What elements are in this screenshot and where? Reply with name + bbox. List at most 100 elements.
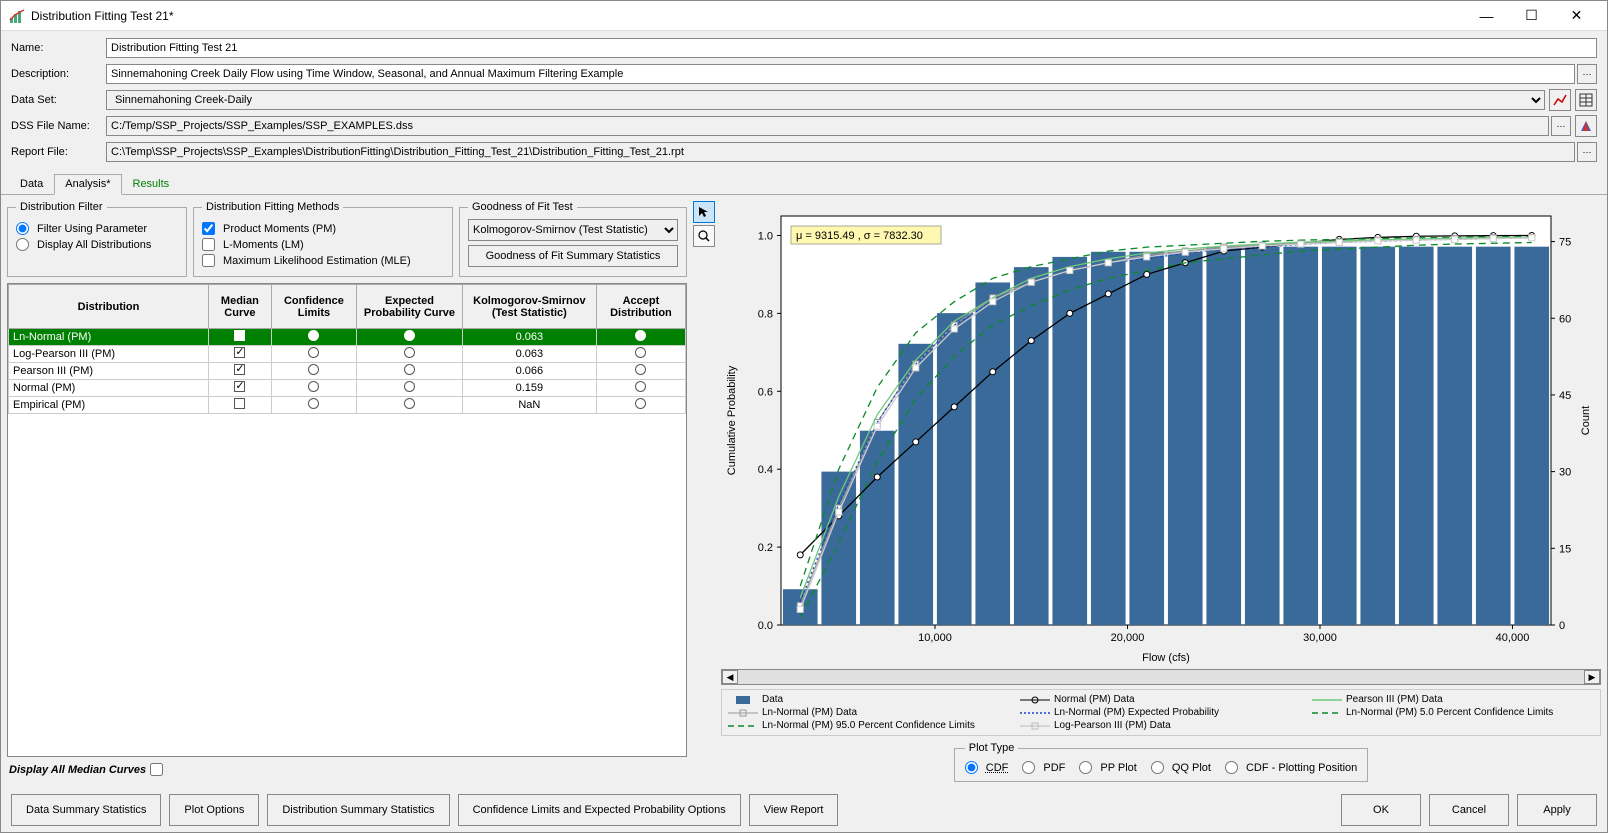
zoom-tool[interactable] [693, 225, 715, 247]
plot-type-pdf[interactable] [1022, 761, 1035, 774]
display-all-distributions-label: Display All Distributions [37, 239, 151, 251]
app-window: Distribution Fitting Test 21* — ☐ ✕ Name… [0, 0, 1608, 833]
svg-text:0.8: 0.8 [758, 308, 773, 320]
dssfile-browse-button[interactable]: ⋯ [1551, 116, 1571, 136]
goodness-fit-fieldset: Goodness of Fit Test Kolmogorov-Smirnov … [459, 201, 687, 277]
plot-type-fieldset: Plot Type CDF PDF PP Plot QQ Plot CDF - … [954, 742, 1369, 782]
filter-using-parameter-radio[interactable] [16, 222, 29, 235]
data-summary-button[interactable]: Data Summary Statistics [11, 794, 161, 826]
lm-checkbox[interactable] [202, 238, 215, 251]
name-label: Name: [11, 42, 106, 54]
dataset-select[interactable]: Sinnemahoning Creek-Daily [106, 90, 1545, 110]
fitting-methods-legend: Distribution Fitting Methods [202, 201, 343, 213]
goodness-fit-legend: Goodness of Fit Test [468, 201, 577, 213]
lm-label: L-Moments (LM) [223, 239, 304, 251]
plot-type-cdfpp[interactable] [1225, 761, 1238, 774]
description-more-button[interactable]: ⋯ [1577, 64, 1597, 84]
plot-type-qq[interactable] [1151, 761, 1164, 774]
svg-text:1.0: 1.0 [758, 230, 773, 242]
report-label: Report File: [11, 146, 106, 158]
ok-button[interactable]: OK [1341, 794, 1421, 826]
svg-text:0: 0 [1559, 620, 1565, 632]
svg-text:Flow (cfs): Flow (cfs) [1142, 652, 1190, 664]
pointer-tool[interactable] [693, 201, 715, 223]
minimize-button[interactable]: — [1464, 1, 1509, 30]
pm-label: Product Moments (PM) [223, 223, 336, 235]
chart-panel: 0.0 0.2 0.4 0.6 0.8 1.0 0 15 30 45 60 75 10,000 20,00… [693, 201, 1601, 782]
plot-type-pp[interactable] [1079, 761, 1092, 774]
scroll-left[interactable]: ◀ [722, 670, 738, 684]
svg-text:40,000: 40,000 [1496, 632, 1530, 644]
pm-checkbox[interactable] [202, 222, 215, 235]
svg-text:0.2: 0.2 [758, 542, 773, 554]
app-icon [9, 8, 25, 24]
svg-text:75: 75 [1559, 237, 1571, 249]
report-input [106, 142, 1575, 162]
dssfile-label: DSS File Name: [11, 120, 106, 132]
report-browse-button[interactable]: ⋯ [1577, 142, 1597, 162]
scroll-right[interactable]: ▶ [1584, 670, 1600, 684]
svg-text:μ = 9315.49 , σ = 7832.30: μ = 9315.49 , σ = 7832.30 [796, 230, 923, 242]
svg-text:15: 15 [1559, 543, 1571, 555]
description-label: Description: [11, 68, 106, 80]
view-report-button[interactable]: View Report [749, 794, 839, 826]
svg-text:45: 45 [1559, 390, 1571, 402]
svg-text:20,000: 20,000 [1111, 632, 1145, 644]
header-form: Name: Description: ⋯ Data Set: Sinnemaho… [1, 31, 1607, 173]
display-all-median-label: Display All Median Curves [9, 764, 146, 776]
dataset-plot-icon[interactable] [1549, 89, 1571, 111]
dssfile-input [106, 116, 1549, 136]
table-row[interactable]: Normal (PM) 0.159 [9, 380, 686, 397]
bottom-button-bar: Data Summary Statistics Plot Options Dis… [1, 788, 1607, 832]
svg-text:30: 30 [1559, 467, 1571, 479]
table-row[interactable]: Empirical (PM) NaN [9, 397, 686, 414]
mle-label: Maximum Likelihood Estimation (MLE) [223, 255, 411, 267]
main-tabs: Data Analysis* Results [1, 173, 1607, 195]
th-median: Median Curve [209, 285, 272, 329]
display-all-distributions-radio[interactable] [16, 238, 29, 251]
filter-using-parameter-label: Filter Using Parameter [37, 223, 147, 235]
distribution-filter-fieldset: Distribution Filter Filter Using Paramet… [7, 201, 187, 277]
plot-type-legend: Plot Type [965, 742, 1019, 754]
table-row[interactable]: Pearson III (PM) 0.066 [9, 363, 686, 380]
svg-text:0.0: 0.0 [758, 620, 773, 632]
svg-text:10,000: 10,000 [918, 632, 952, 644]
mle-checkbox[interactable] [202, 254, 215, 267]
tab-analysis[interactable]: Analysis* [54, 174, 121, 195]
goodness-summary-button[interactable]: Goodness of Fit Summary Statistics [468, 245, 678, 267]
close-button[interactable]: ✕ [1554, 1, 1599, 30]
plot-options-button[interactable]: Plot Options [169, 794, 259, 826]
th-confidence: Confidence Limits [271, 285, 356, 329]
tab-data[interactable]: Data [9, 174, 54, 195]
svg-text:30,000: 30,000 [1303, 632, 1337, 644]
svg-text:60: 60 [1559, 313, 1571, 325]
svg-text:Count: Count [1580, 406, 1592, 435]
analysis-left-panel: Distribution Filter Filter Using Paramet… [7, 201, 687, 782]
window-title: Distribution Fitting Test 21* [31, 9, 1464, 23]
dssfile-dist-icon[interactable] [1575, 115, 1597, 137]
plot-type-cdf[interactable] [965, 761, 978, 774]
th-expected: Expected Probability Curve [357, 285, 463, 329]
svg-text:Cumulative Probability: Cumulative Probability [726, 365, 738, 475]
th-accept: Accept Distribution [596, 285, 685, 329]
dataset-table-icon[interactable] [1575, 89, 1597, 111]
goodness-test-select[interactable]: Kolmogorov-Smirnov (Test Statistic) [468, 219, 678, 241]
name-input[interactable] [106, 38, 1597, 58]
distribution-table[interactable]: Distribution Median Curve Confidence Lim… [7, 283, 687, 757]
chart-legend: Data Normal (PM) Data Pearson III (PM) D… [721, 689, 1601, 736]
apply-button[interactable]: Apply [1517, 794, 1597, 826]
titlebar: Distribution Fitting Test 21* — ☐ ✕ [1, 1, 1607, 31]
table-row[interactable]: Log-Pearson III (PM) 0.063 [9, 346, 686, 363]
fitting-methods-fieldset: Distribution Fitting Methods Product Mom… [193, 201, 453, 277]
conf-limits-button[interactable]: Confidence Limits and Expected Probabili… [458, 794, 741, 826]
maximize-button[interactable]: ☐ [1509, 1, 1554, 30]
tab-results[interactable]: Results [122, 174, 181, 195]
description-input[interactable] [106, 64, 1575, 84]
svg-text:0.6: 0.6 [758, 386, 773, 398]
chart-scrollbar[interactable]: ◀ ▶ [721, 669, 1601, 685]
dist-summary-button[interactable]: Distribution Summary Statistics [267, 794, 449, 826]
svg-text:0.4: 0.4 [758, 464, 773, 476]
display-all-median-checkbox[interactable] [150, 763, 163, 776]
cancel-button[interactable]: Cancel [1429, 794, 1509, 826]
table-row[interactable]: Ln-Normal (PM) 0.063 [9, 329, 686, 346]
